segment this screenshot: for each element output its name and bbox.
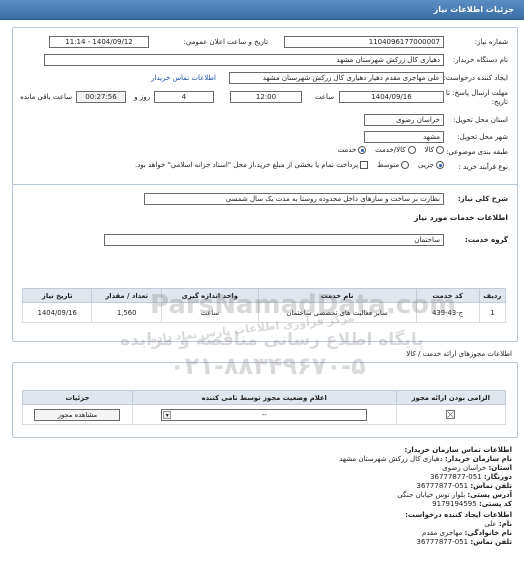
process-label: نوع فرآیند خرید : xyxy=(458,163,508,171)
col-row: ردیف xyxy=(478,288,507,303)
cell-permit-details: مشاهده مجوز xyxy=(22,404,133,425)
radio-icon xyxy=(407,146,416,154)
need-number-label: شماره نیاز: xyxy=(474,38,508,46)
category-radio-group: کالا کالا/خدمت خدمت xyxy=(338,146,444,154)
summary-label: شرح کلی نیاز: xyxy=(457,195,508,203)
announce-field: 1404/09/12 - 11:14 xyxy=(49,36,149,48)
creator-field: علی مهاجری مقدم دهیار دهیاری کال زرکش شه… xyxy=(229,72,444,84)
buyer-address-line: آدرس پستی: بلوار توس خیابان جنگی xyxy=(397,491,512,499)
time-remaining-field: 00:27:56 xyxy=(76,91,126,103)
col-name: نام خدمت xyxy=(257,288,417,303)
service-group-label: گروه خدمت: xyxy=(465,236,508,244)
col-permit-status: اعلام وضعیت مجوز توسط نامی کننده xyxy=(131,390,397,405)
radio-selected-icon xyxy=(436,161,444,169)
category-option-goods[interactable]: کالا xyxy=(425,146,444,154)
permits-section-title: اطلاعات مجوزهای ارائه خدمت / کالا xyxy=(406,350,512,358)
deadline-date-label: تاریخ: xyxy=(491,98,508,106)
radio-icon xyxy=(401,161,410,169)
city-label: شهر محل تحویل: xyxy=(457,133,508,141)
city-field: مشهد xyxy=(364,131,444,143)
cell-date: 1404/09/16 xyxy=(21,302,93,323)
permits-table: الزامی بودن ارائه مجوز اعلام وضعیت مجوز … xyxy=(22,390,507,425)
col-permit-required: الزامی بودن ارائه مجوز xyxy=(395,390,507,405)
services-section-title: اطلاعات خدمات مورد نیاز xyxy=(414,213,508,222)
deadline-date-field: 1404/09/16 xyxy=(339,91,444,103)
page-title: جزئیات اطلاعات نیاز xyxy=(433,5,514,14)
summary-field: نظارت بر ساخت و سازهای داخل محدوده روستا… xyxy=(144,193,444,205)
deadline-label: مهلت ارسال پاسخ: تا xyxy=(445,89,508,97)
cell-qty: 1,560 xyxy=(91,302,162,323)
buyer-phone-line: تلفن تماس: 051-36777877 xyxy=(416,482,512,490)
process-radio-group: جزیی متوسط پرداخت تمام یا بخشی از مبلغ خ… xyxy=(135,161,444,169)
view-permit-button[interactable]: مشاهده مجوز xyxy=(34,408,121,421)
creator-name-line: نام: علی xyxy=(484,520,512,528)
col-date: تاریخ نیاز xyxy=(21,288,93,303)
col-unit: واحد اندازه گیری xyxy=(160,288,259,303)
buyer-contact-title: اطلاعات تماس سازمان خریدار: xyxy=(404,446,512,454)
time-remaining-label: ساعت باقی مانده xyxy=(20,93,72,101)
service-group-field: ساختمان xyxy=(104,234,444,246)
category-option-goods-service[interactable]: کالا/خدمت xyxy=(375,146,416,154)
radio-icon xyxy=(436,146,444,154)
days-label: روز و xyxy=(134,93,150,101)
deadline-time-field: 12:00 xyxy=(230,91,302,103)
checkbox-disabled-icon xyxy=(446,410,456,419)
col-code: کد خدمت xyxy=(415,288,480,303)
category-option-service[interactable]: خدمت xyxy=(338,146,367,154)
services-table: ردیف کد خدمت نام خدمت واحد اندازه گیری ت… xyxy=(21,288,507,323)
process-option-minor[interactable]: جزیی xyxy=(418,161,444,169)
province-label: استان محل تحویل: xyxy=(453,116,508,124)
province-field: خراسان رضوی xyxy=(364,114,444,126)
permit-status-select[interactable]: -- ▾ xyxy=(161,408,368,421)
permits-table-header: الزامی بودن ارائه مجوز اعلام وضعیت مجوز … xyxy=(22,390,507,405)
cell-permit-status: -- ▾ xyxy=(131,404,397,425)
buyer-label: نام دستگاه خریدار: xyxy=(452,56,508,64)
buyer-fax-line: دورنگار: 051-36777877 xyxy=(430,473,512,481)
treasury-payment-checkbox[interactable]: پرداخت تمام یا بخشی از مبلغ خرید،از محل … xyxy=(135,161,369,169)
days-remaining-field: 4 xyxy=(154,91,214,103)
cell-unit: ساعت xyxy=(160,302,259,323)
cell-code: ج-43-439 xyxy=(415,302,480,323)
table-row: 1 ج-43-439 سایر فعالیت های تخصصی ساختمان… xyxy=(21,302,507,323)
table-row: -- ▾ مشاهده مجوز xyxy=(22,404,507,425)
page-header: جزئیات اطلاعات نیاز xyxy=(0,0,524,20)
creator-label: ایجاد کننده درخواست: xyxy=(443,74,509,82)
category-label: طبقه بندی موضوعی: xyxy=(446,148,508,156)
creator-contact-title: اطلاعات ایجاد کننده درخواست: xyxy=(405,511,512,519)
services-table-header: ردیف کد خدمت نام خدمت واحد اندازه گیری ت… xyxy=(21,288,507,303)
radio-selected-icon xyxy=(358,146,367,154)
creator-phone-line: تلفن تماس: 051-36777877 xyxy=(416,538,512,546)
cell-name: سایر فعالیت های تخصصی ساختمان xyxy=(257,302,417,323)
deadline-time-label: ساعت xyxy=(314,93,334,101)
buyer-org-line: نام سازمان خریدار: دهیاری کال زرکش شهرست… xyxy=(339,455,512,463)
need-number-field: 1104096177000007 xyxy=(284,36,444,48)
dropdown-arrow-icon: ▾ xyxy=(163,410,172,419)
cell-permit-required xyxy=(395,404,507,425)
process-option-medium[interactable]: متوسط xyxy=(377,161,410,169)
announce-label: تاریخ و ساعت اعلان عمومی: xyxy=(183,38,268,46)
creator-family-line: نام خانوادگی: مهاجری مقدم xyxy=(421,529,512,537)
buyer-province-line: استان: خراسان رضوی xyxy=(442,464,512,472)
buyer-field: دهیاری کال زرکش شهرستان مشهد xyxy=(44,54,444,66)
buyer-contact-link[interactable]: اطلاعات تماس خریدار xyxy=(151,74,216,82)
cell-row: 1 xyxy=(478,302,507,323)
checkbox-icon xyxy=(360,161,369,169)
col-qty: تعداد / مقدار xyxy=(91,288,162,303)
col-permit-details: جزئیات xyxy=(22,390,133,405)
buyer-postal-line: کد پستی: 9179194595 xyxy=(432,500,512,508)
